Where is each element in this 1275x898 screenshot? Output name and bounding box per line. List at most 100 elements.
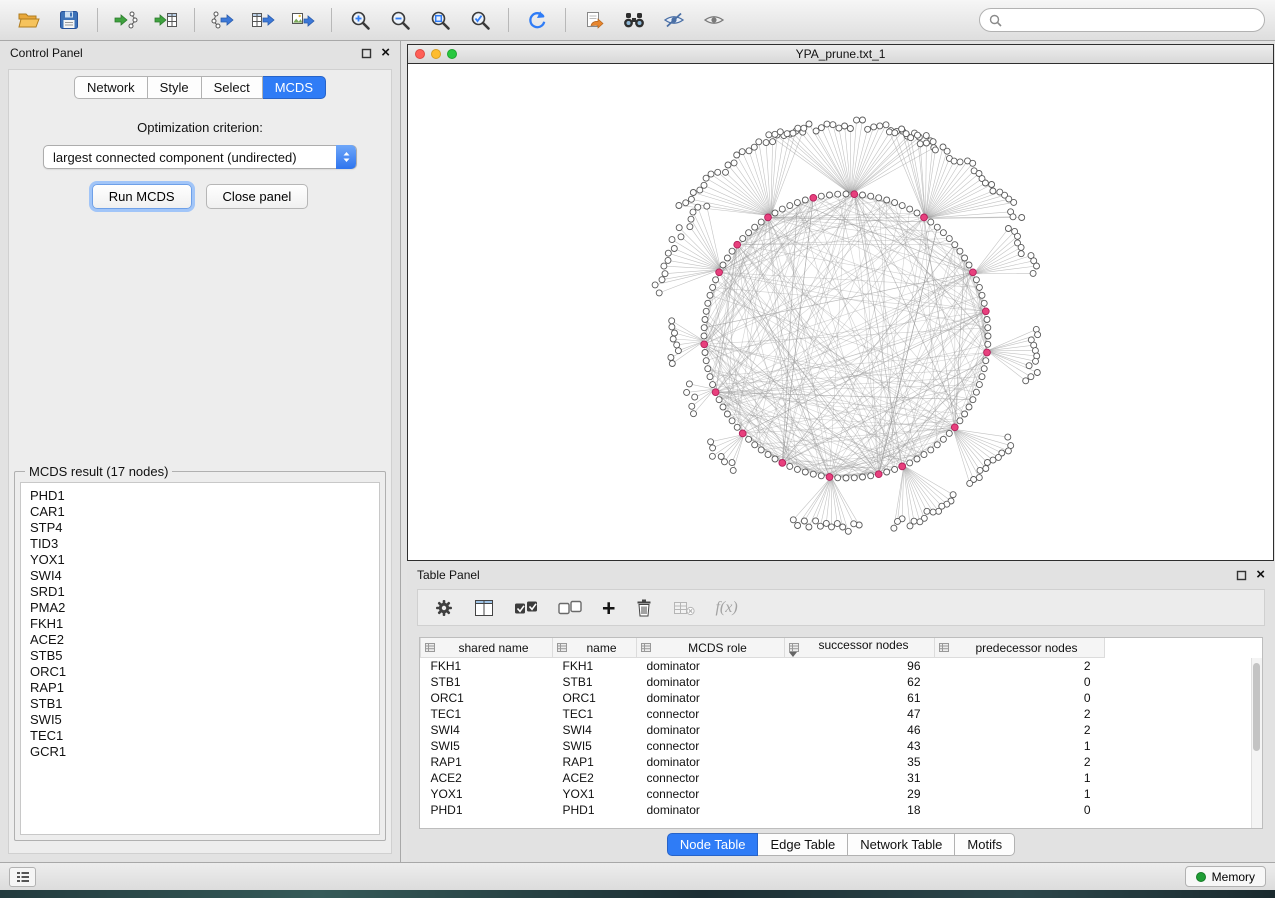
mcds-result-item[interactable]: SWI5 (30, 712, 370, 728)
cell-successor-nodes[interactable]: 46 (785, 722, 935, 738)
deselect-all-button[interactable] (558, 600, 582, 616)
mcds-result-item[interactable]: GCR1 (30, 744, 370, 760)
cell-shared-name[interactable]: ORC1 (421, 690, 553, 706)
mcds-result-item[interactable]: TEC1 (30, 728, 370, 744)
close-table-panel-button[interactable]: × (1256, 570, 1265, 580)
import-network-button[interactable] (107, 4, 145, 36)
delete-table-button[interactable] (673, 600, 695, 616)
cell-mcds-role[interactable]: connector (637, 706, 785, 722)
mcds-result-item[interactable]: RAP1 (30, 680, 370, 696)
cell-predecessor-nodes[interactable]: 2 (935, 706, 1105, 722)
cell-name[interactable]: FKH1 (553, 658, 637, 675)
cell-predecessor-nodes[interactable]: 0 (935, 802, 1105, 818)
run-mcds-button[interactable]: Run MCDS (92, 184, 192, 209)
table-row[interactable]: SWI4SWI4dominator462 (421, 722, 1105, 738)
table-row[interactable]: PHD1PHD1dominator180 (421, 802, 1105, 818)
cell-shared-name[interactable]: FKH1 (421, 658, 553, 675)
cell-shared-name[interactable]: SWI5 (421, 738, 553, 754)
cell-name[interactable]: SWI4 (553, 722, 637, 738)
cell-shared-name[interactable]: TEC1 (421, 706, 553, 722)
table-row[interactable]: SWI5SWI5connector431 (421, 738, 1105, 754)
cell-shared-name[interactable]: YOX1 (421, 786, 553, 802)
cell-name[interactable]: PHD1 (553, 802, 637, 818)
cell-predecessor-nodes[interactable]: 2 (935, 722, 1105, 738)
cell-name[interactable]: TEC1 (553, 706, 637, 722)
mcds-result-item[interactable]: SRD1 (30, 584, 370, 600)
mcds-result-item[interactable]: SWI4 (30, 568, 370, 584)
cell-name[interactable]: YOX1 (553, 786, 637, 802)
cell-shared-name[interactable]: STB1 (421, 674, 553, 690)
cell-mcds-role[interactable]: connector (637, 786, 785, 802)
find-button[interactable] (615, 4, 653, 36)
table-row[interactable]: ORC1ORC1dominator610 (421, 690, 1105, 706)
cell-name[interactable]: SWI5 (553, 738, 637, 754)
save-session-button[interactable] (50, 4, 88, 36)
column-header-shared-name[interactable]: shared name (421, 638, 553, 658)
table-row[interactable]: ACE2ACE2connector311 (421, 770, 1105, 786)
column-header-name[interactable]: name (553, 638, 637, 658)
mcds-result-item[interactable]: PHD1 (30, 488, 370, 504)
cell-mcds-role[interactable]: dominator (637, 658, 785, 675)
mcds-result-list[interactable]: PHD1CAR1STP4TID3YOX1SWI4SRD1PMA2FKH1ACE2… (20, 482, 380, 835)
zoom-fit-button[interactable] (421, 4, 459, 36)
column-header-mcds-role[interactable]: MCDS role (637, 638, 785, 658)
zoom-in-button[interactable] (341, 4, 379, 36)
network-graph[interactable] (408, 64, 1273, 560)
apply-layout-button[interactable] (518, 4, 556, 36)
cell-successor-nodes[interactable]: 35 (785, 754, 935, 770)
cell-successor-nodes[interactable]: 29 (785, 786, 935, 802)
style-bypass-button[interactable] (655, 4, 693, 36)
select-all-button[interactable] (514, 600, 538, 616)
mcds-result-item[interactable]: FKH1 (30, 616, 370, 632)
mcds-result-item[interactable]: PMA2 (30, 600, 370, 616)
clone-network-button[interactable] (575, 4, 613, 36)
table-row[interactable]: YOX1YOX1connector291 (421, 786, 1105, 802)
table-scrollbar[interactable] (1251, 658, 1262, 828)
control-tab-select[interactable]: Select (202, 76, 263, 99)
scrollbar-thumb[interactable] (1253, 663, 1260, 751)
mcds-result-item[interactable]: STB5 (30, 648, 370, 664)
table-row[interactable]: TEC1TEC1connector472 (421, 706, 1105, 722)
export-image-button[interactable] (284, 4, 322, 36)
delete-column-button[interactable] (635, 598, 653, 618)
show-columns-button[interactable] (474, 599, 494, 617)
table-row[interactable]: STB1STB1dominator620 (421, 674, 1105, 690)
memory-button[interactable]: Memory (1185, 866, 1266, 887)
column-header-predecessor-nodes[interactable]: predecessor nodes (935, 638, 1105, 658)
close-panel-button[interactable]: × (381, 48, 390, 58)
table-settings-button[interactable] (434, 598, 454, 618)
mcds-result-item[interactable]: CAR1 (30, 504, 370, 520)
mcds-result-item[interactable]: TID3 (30, 536, 370, 552)
table-tab-node-table[interactable]: Node Table (667, 833, 759, 856)
cell-name[interactable]: STB1 (553, 674, 637, 690)
cell-predecessor-nodes[interactable]: 1 (935, 738, 1105, 754)
cell-mcds-role[interactable]: dominator (637, 754, 785, 770)
column-header-successor-nodes[interactable]: successor nodes (785, 638, 935, 658)
export-network-button[interactable] (204, 4, 242, 36)
float-panel-button[interactable] (361, 48, 372, 59)
close-mcds-panel-button[interactable]: Close panel (206, 184, 309, 209)
zoom-out-button[interactable] (381, 4, 419, 36)
table-row[interactable]: RAP1RAP1dominator352 (421, 754, 1105, 770)
network-window-titlebar[interactable]: YPA_prune.txt_1 (408, 45, 1273, 64)
cell-successor-nodes[interactable]: 31 (785, 770, 935, 786)
cell-successor-nodes[interactable]: 62 (785, 674, 935, 690)
show-hide-button[interactable] (695, 4, 733, 36)
cell-mcds-role[interactable]: dominator (637, 674, 785, 690)
import-table-button[interactable] (147, 4, 185, 36)
criterion-select[interactable]: largest connected component (undirected) (43, 145, 357, 169)
cell-successor-nodes[interactable]: 47 (785, 706, 935, 722)
cell-mcds-role[interactable]: dominator (637, 802, 785, 818)
cell-shared-name[interactable]: RAP1 (421, 754, 553, 770)
cell-shared-name[interactable]: ACE2 (421, 770, 553, 786)
cell-successor-nodes[interactable]: 96 (785, 658, 935, 675)
cell-name[interactable]: RAP1 (553, 754, 637, 770)
network-canvas[interactable] (408, 64, 1273, 560)
control-tab-mcds[interactable]: MCDS (263, 76, 326, 99)
search-box[interactable] (979, 8, 1265, 32)
cell-mcds-role[interactable]: connector (637, 738, 785, 754)
sort-caret-icon[interactable] (789, 652, 930, 657)
zoom-selected-button[interactable] (461, 4, 499, 36)
table-tab-motifs[interactable]: Motifs (955, 833, 1015, 856)
cell-shared-name[interactable]: PHD1 (421, 802, 553, 818)
